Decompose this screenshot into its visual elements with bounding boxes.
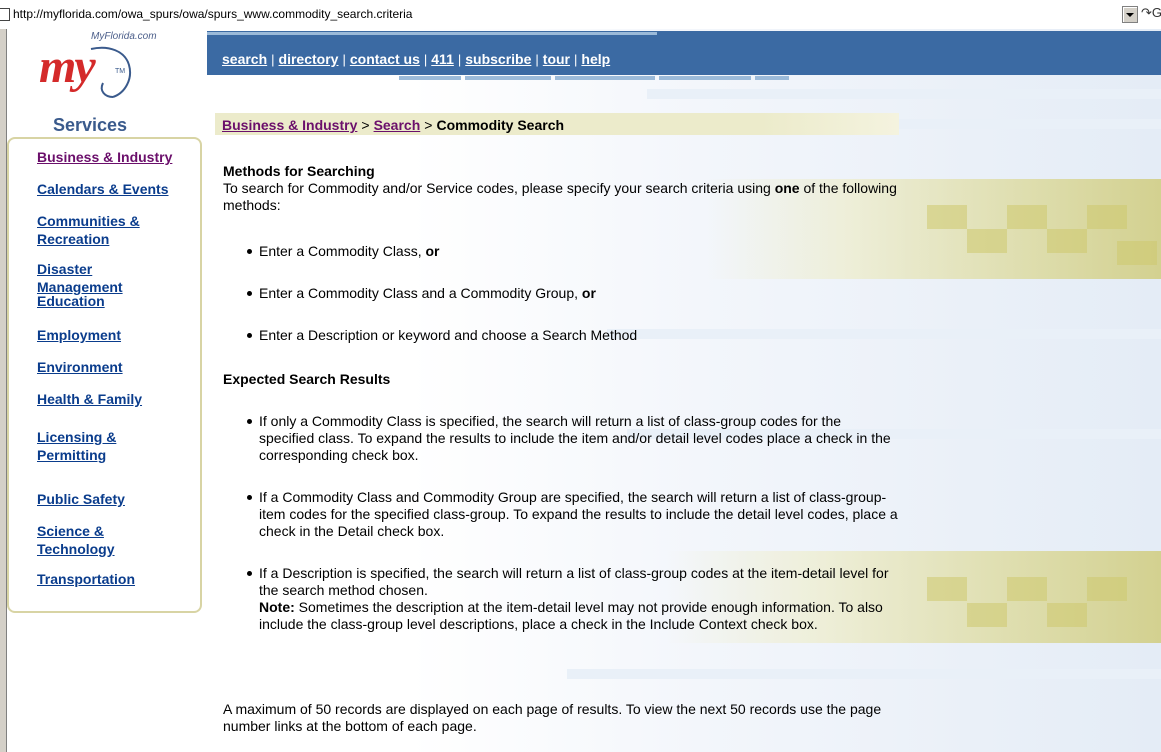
results-heading: Expected Search Results [223,371,391,387]
sidebar-item-licensing-permitting[interactable]: Licensing & Permitting [37,428,116,464]
nav-link-directory[interactable]: directory [279,51,339,67]
bg-tile [927,205,967,229]
method-conjunction: or [425,243,440,259]
method-item: Enter a Commodity Class, or [247,243,899,260]
top-navigation-bar: search | directory | contact us | 411 | subscrib… [207,31,1161,75]
go-button[interactable]: ↷G [1141,5,1161,21]
nav-link-search[interactable]: search [222,51,267,67]
nav-separator: | [271,52,275,67]
bg-tile [967,603,1007,627]
nav-accent-segment [465,76,551,80]
method-conjunction: or [581,285,596,301]
method-item: Enter a Commodity Class and a Commodity … [247,285,899,302]
bg-tile [1007,205,1047,229]
note-text: Sometimes the description at the item-de… [259,599,883,632]
sidebar-item-business-industry[interactable]: Business & Industry [37,148,172,166]
address-dropdown-button[interactable] [1122,6,1138,23]
breadcrumb: Business & Industry > Search > Commodity Sea… [222,117,564,133]
bg-tile [1047,603,1087,627]
bg-tile [1047,229,1087,253]
page-icon [0,8,10,21]
bg-tile [1087,577,1127,601]
sidebar-item-transportation[interactable]: Transportation [37,570,135,588]
nav-accent-segment [659,76,751,80]
method-text: Enter a Commodity Class, [259,243,426,259]
breadcrumb-current: Commodity Search [436,117,565,133]
nav-accent-segment [755,76,789,80]
top-nav-accent-line [207,32,657,35]
top-nav-links: search | directory | contact us | 411 | subscrib… [222,51,610,67]
breadcrumb-link-search[interactable]: Search [374,117,421,133]
result-item: If a Commodity Class and Commodity Group… [247,489,898,539]
breadcrumb-separator: > [424,117,433,133]
nav-separator: | [457,52,462,67]
nav-separator: | [574,52,578,67]
sidebar-item-education[interactable]: Education [37,292,105,310]
methods-heading: Methods for Searching [223,163,375,179]
nav-separator: | [423,52,428,67]
method-item: Enter a Description or keyword and choos… [247,327,899,344]
methods-intro: To search for Commodity and/or Service c… [223,180,903,214]
bg-tile [1087,205,1127,229]
nav-separator: | [535,52,539,67]
sidebar-item-health-family[interactable]: Health & Family [37,390,142,408]
bg-tile [1117,241,1157,265]
breadcrumb-link-business[interactable]: Business & Industry [222,117,357,133]
address-url[interactable]: http://myflorida.com/owa_spurs/owa/spurs… [13,7,412,21]
result-item: If a Description is specified, the searc… [247,565,899,633]
florida-swoosh-icon: TM [90,46,131,98]
services-title: Services [53,115,128,135]
note-label: Note: [259,599,295,615]
nav-accent-segment [555,76,655,80]
breadcrumb-separator: > [361,117,370,133]
pagination-note: A maximum of 50 records are displayed on… [223,701,882,734]
sidebar-item-calendars-events[interactable]: Calendars & Events [37,180,169,198]
method-text: Enter a Description or keyword and choos… [259,327,638,343]
methods-intro-emphasis: one [774,180,800,196]
nav-accent-segment [399,76,461,80]
bg-tile [927,577,967,601]
result-text: If a Description is specified, the searc… [259,565,889,598]
nav-link-contact-us[interactable]: contact us [350,51,420,67]
page: MyFlorida.com my TM Services Business & … [7,29,1161,752]
bg-stripe [567,669,1161,679]
logo-caption: MyFlorida.com [91,31,157,42]
result-item: If only a Commodity Class is specified, … [247,413,899,464]
sidebar-item-communities-recreation[interactable]: Communities & Recreation [37,212,140,248]
sidebar-item-disaster-management[interactable]: Disaster Management [37,260,123,296]
nav-link-tour[interactable]: tour [543,51,570,67]
address-bar: http://myflorida.com/owa_spurs/owa/spurs… [0,0,1161,30]
sidebar-item-public-safety[interactable]: Public Safety [37,490,125,508]
sidebar-item-science-technology[interactable]: Science & Technology [37,522,115,558]
nav-separator: | [342,52,346,67]
trademark-label: TM [115,68,125,75]
bg-tile [967,229,1007,253]
nav-link-411[interactable]: 411 [431,51,454,67]
bg-stripe [647,89,1161,99]
sidebar-item-employment[interactable]: Employment [37,326,121,344]
window-edge [0,29,7,752]
method-text: Enter a Commodity Class and a Commodity … [259,285,582,301]
methods-intro-text: To search for Commodity and/or Service c… [223,180,775,196]
nav-link-help[interactable]: help [581,51,610,67]
bg-tile [1007,577,1047,601]
nav-link-subscribe[interactable]: subscribe [465,51,531,67]
sidebar-item-environment[interactable]: Environment [37,358,123,376]
